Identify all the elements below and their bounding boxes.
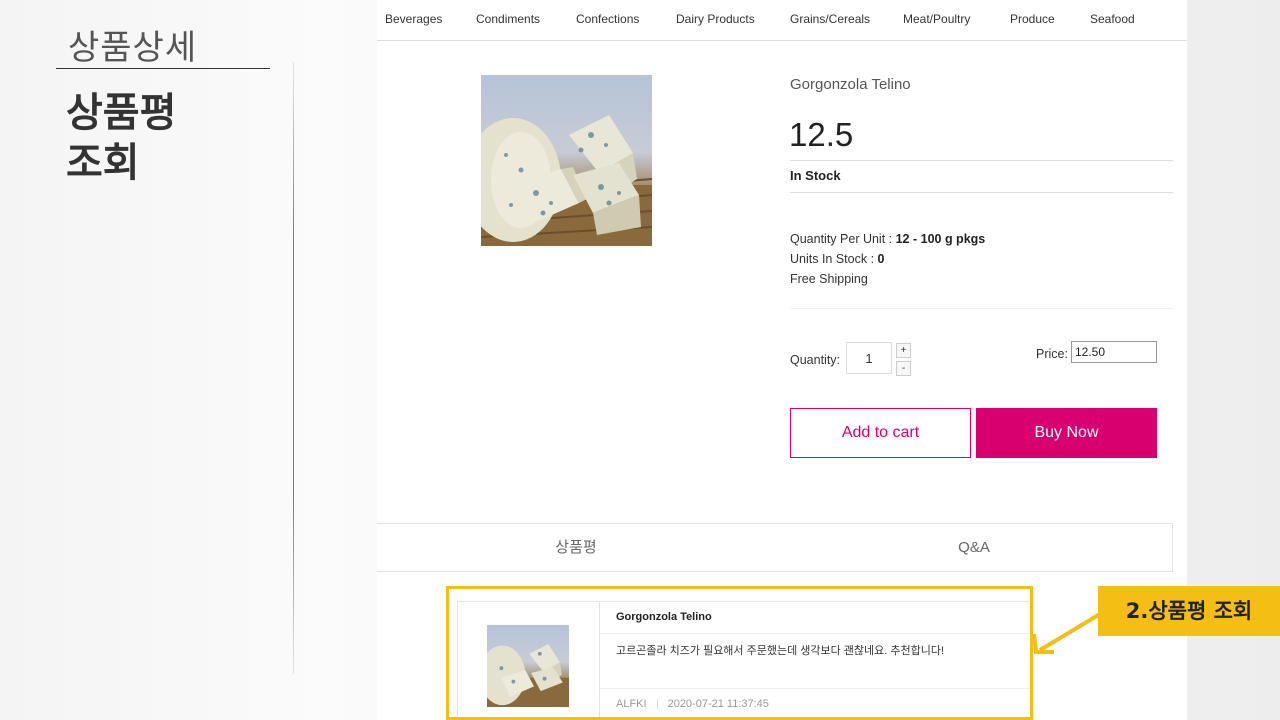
review-highlight-box	[446, 586, 1033, 720]
divider	[790, 192, 1173, 193]
price-input[interactable]	[1071, 341, 1157, 363]
annotation-callout: 2.상품평 조회	[1098, 586, 1280, 636]
quantity-per-unit: Quantity Per Unit : 12 - 100 g pkgs	[790, 232, 985, 246]
quantity-per-unit-label: Quantity Per Unit :	[790, 232, 896, 246]
tab-qna[interactable]: Q&A	[775, 524, 1173, 571]
product-image	[481, 75, 652, 246]
divider	[790, 308, 1173, 309]
units-in-stock-value: 0	[877, 252, 885, 266]
add-to-cart-button[interactable]: Add to cart	[790, 408, 971, 458]
quantity-decrement-button[interactable]: -	[896, 361, 911, 376]
buy-now-button[interactable]: Buy Now	[976, 408, 1157, 458]
product-name: Gorgonzola Telino	[790, 76, 911, 93]
tab-reviews[interactable]: 상품평	[377, 524, 775, 571]
nav-item-beverages[interactable]: Beverages	[385, 12, 442, 26]
nav-item-confections[interactable]: Confections	[576, 12, 639, 26]
nav-item-produce[interactable]: Produce	[1010, 12, 1055, 26]
units-in-stock: Units In Stock : 0	[790, 252, 884, 266]
detail-tabs: 상품평 Q&A	[377, 523, 1173, 572]
slide-heading-text: 상품평 조회	[66, 90, 177, 186]
nav-item-condiments[interactable]: Condiments	[476, 12, 540, 26]
nav-item-dairy-products[interactable]: Dairy Products	[676, 12, 755, 26]
product-price: 12.5	[789, 116, 854, 153]
title-underline	[56, 68, 270, 69]
price-label: Price:	[1036, 347, 1068, 361]
slide-divider	[293, 62, 294, 674]
quantity-label: Quantity:	[790, 353, 841, 367]
stock-status: In Stock	[790, 168, 841, 183]
shipping-info: Free Shipping	[790, 272, 868, 286]
nav-item-grains-cereals[interactable]: Grains/Cereals	[790, 12, 870, 26]
callout-arrow-icon	[1032, 612, 1102, 654]
category-nav: Beverages Condiments Confections Dairy P…	[377, 0, 1187, 41]
nav-item-meat-poultry[interactable]: Meat/Poultry	[903, 12, 970, 26]
units-in-stock-label: Units In Stock :	[790, 252, 878, 266]
slide-section-title: 상품상세	[68, 28, 198, 68]
nav-item-seafood[interactable]: Seafood	[1090, 12, 1135, 26]
slide-heading: 상품평 조회	[66, 88, 266, 188]
quantity-increment-button[interactable]: +	[896, 343, 911, 358]
divider	[790, 160, 1173, 161]
quantity-input[interactable]	[846, 342, 892, 374]
quantity-per-unit-value: 12 - 100 g pkgs	[895, 232, 986, 246]
